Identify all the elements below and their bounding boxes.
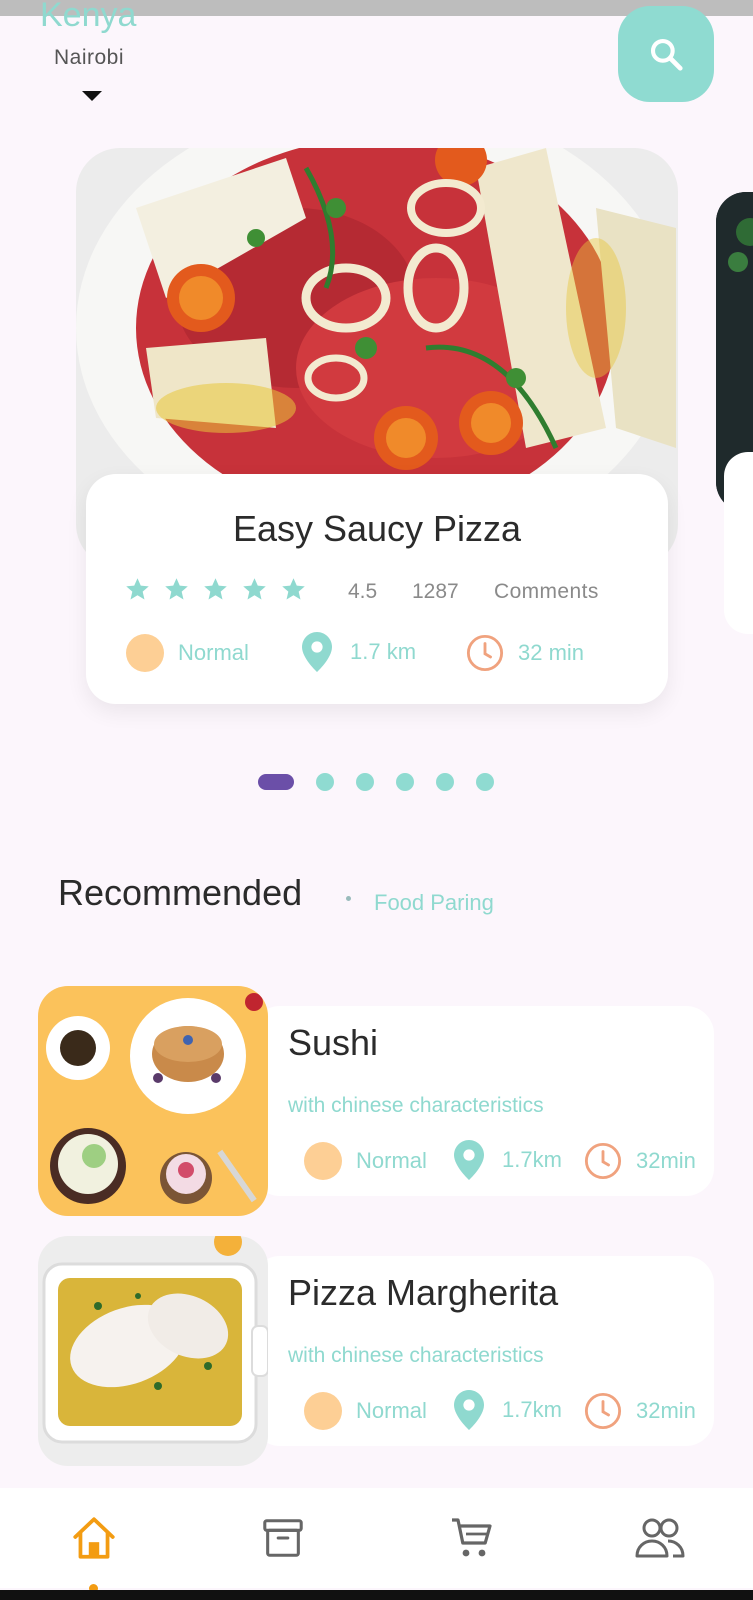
users-icon — [635, 1518, 685, 1558]
difficulty-dot-icon — [304, 1142, 342, 1180]
difficulty-meta: Normal — [304, 1142, 427, 1180]
nav-profile[interactable] — [630, 1510, 690, 1566]
featured-card[interactable]: Easy Saucy Pizza 4.5 1287 Comments Norma… — [86, 474, 668, 704]
list-item-name: Sushi — [288, 1022, 379, 1063]
page-dot[interactable] — [396, 773, 414, 791]
time-meta: 32min — [584, 1142, 696, 1180]
home-icon — [73, 1517, 115, 1559]
caret-down-icon[interactable] — [82, 91, 102, 101]
list-item-subtitle: with chinese characteristics — [288, 1344, 544, 1367]
page-dot[interactable] — [436, 773, 454, 791]
clock-icon — [466, 634, 504, 672]
time-label: 32 min — [518, 640, 585, 665]
star-icon — [126, 578, 149, 600]
location-pin-icon — [454, 1140, 484, 1180]
distance-label: 1.7 km — [350, 639, 417, 664]
location-city[interactable]: Nairobi — [54, 46, 124, 70]
difficulty-dot-icon — [126, 634, 164, 672]
star-icon — [165, 578, 188, 600]
nav-cart[interactable] — [442, 1510, 502, 1566]
comment-count: 1287 — [412, 580, 459, 603]
difficulty-label: Normal — [356, 1398, 427, 1423]
time-meta: 32 min — [466, 634, 584, 672]
distance-meta: 1.7 km — [302, 632, 416, 672]
difficulty-meta: Normal — [126, 634, 249, 672]
featured-title: Easy Saucy Pizza — [232, 508, 522, 549]
cart-icon — [452, 1518, 492, 1557]
nav-home[interactable] — [64, 1510, 124, 1566]
carousel-indicator[interactable] — [258, 773, 494, 791]
time-label: 32min — [636, 1398, 696, 1423]
archive-icon — [263, 1519, 303, 1557]
distance-meta: 1.7km — [454, 1390, 562, 1430]
time-meta: 32min — [584, 1392, 696, 1430]
difficulty-dot-icon — [304, 1392, 342, 1430]
clock-icon — [584, 1142, 622, 1180]
location-pin-icon — [454, 1390, 484, 1430]
list-item-image[interactable] — [38, 986, 268, 1216]
section-title: Recommended — [58, 872, 303, 913]
separator-dot — [346, 896, 351, 901]
distance-meta: 1.7km — [454, 1140, 562, 1180]
rating-value: 4.5 — [348, 580, 378, 603]
page-dot[interactable] — [316, 773, 334, 791]
search-icon — [650, 38, 683, 71]
page-dot[interactable] — [356, 773, 374, 791]
nav-archive[interactable] — [253, 1510, 313, 1566]
difficulty-label: Normal — [178, 640, 249, 665]
page-dot[interactable] — [476, 773, 494, 791]
list-item-subtitle: with chinese characteristics — [288, 1094, 544, 1117]
search-button[interactable] — [618, 6, 714, 102]
bottom-nav — [0, 1488, 753, 1588]
star-icon — [282, 578, 305, 600]
star-icon — [204, 578, 227, 600]
star-icon — [243, 578, 266, 600]
system-nav-bar — [0, 1590, 753, 1600]
distance-label: 1.7km — [502, 1397, 562, 1422]
list-item-name: Pizza Margherita — [288, 1272, 559, 1313]
page-dot-active[interactable] — [258, 774, 294, 790]
distance-label: 1.7km — [502, 1147, 562, 1172]
list-item-image[interactable] — [38, 1236, 268, 1466]
location-country[interactable]: Kenya — [40, 0, 136, 35]
location-pin-icon — [302, 632, 332, 672]
difficulty-label: Normal — [356, 1148, 427, 1173]
next-featured-card[interactable] — [724, 452, 753, 634]
rating-stars — [124, 576, 307, 603]
time-label: 32min — [636, 1148, 696, 1173]
food-paring-link[interactable]: Food Paring — [374, 890, 494, 916]
clock-icon — [584, 1392, 622, 1430]
difficulty-meta: Normal — [304, 1392, 427, 1430]
comments-label[interactable]: Comments — [494, 580, 599, 604]
